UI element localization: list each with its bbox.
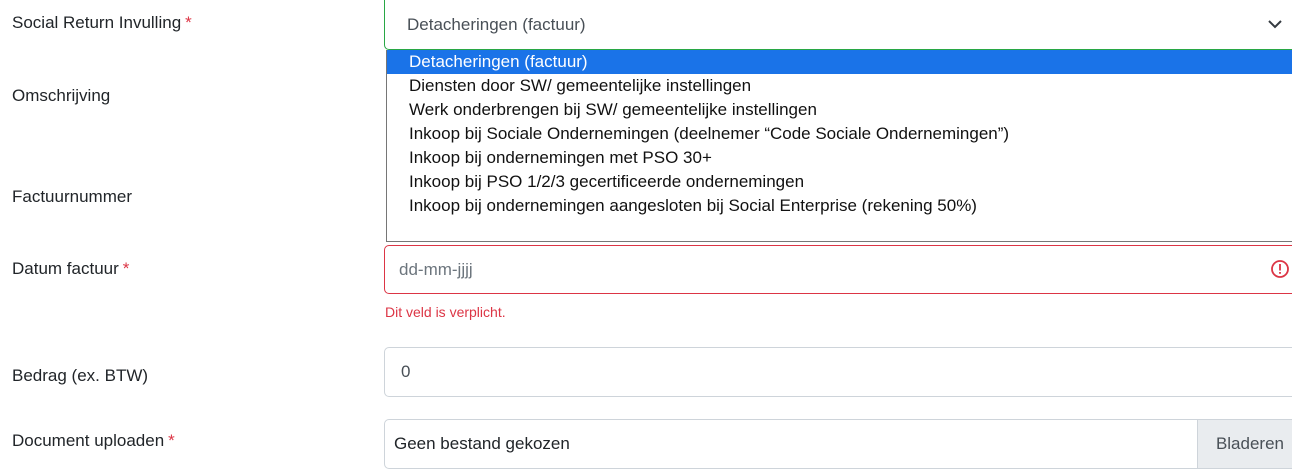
select-option[interactable]: Diensten door SW/ gemeentelijke instelli… xyxy=(387,74,1292,98)
select-value: Detacheringen (factuur) xyxy=(407,14,586,34)
bedrag-label: Bedrag (ex. BTW) xyxy=(12,366,149,385)
document-upload-label: Document uploaden * xyxy=(12,431,175,451)
social-return-label: Social Return Invulling * xyxy=(12,13,192,33)
select-option[interactable]: Inkoop bij ondernemingen met PSO 30+ xyxy=(387,146,1292,170)
select-option[interactable]: Inkoop bij ondernemingen aangesloten bij… xyxy=(387,194,1292,218)
document-file-input[interactable]: Geen bestand gekozen Bladeren xyxy=(384,419,1292,469)
factuurnummer-label: Factuurnummer xyxy=(12,187,132,206)
browse-button[interactable]: Bladeren xyxy=(1196,419,1292,469)
chevron-down-icon xyxy=(1268,20,1282,29)
select-options-list: Detacheringen (factuur) Diensten door SW… xyxy=(386,50,1292,242)
social-return-label-text: Social Return Invulling xyxy=(12,13,182,32)
document-upload-label-text: Document uploaden xyxy=(12,431,165,450)
datum-factuur-placeholder: dd-mm-jjjj xyxy=(399,259,473,279)
datum-factuur-label: Datum factuur * xyxy=(12,259,129,279)
bedrag-input[interactable]: 0 xyxy=(384,347,1292,397)
required-mark: * xyxy=(168,431,175,450)
datum-factuur-error: Dit veld is verplicht. xyxy=(385,304,506,320)
required-mark: * xyxy=(185,13,192,32)
select-option[interactable]: Inkoop bij PSO 1/2/3 gecertificeerde ond… xyxy=(387,170,1292,194)
required-mark: * xyxy=(122,259,130,278)
omschrijving-label: Omschrijving xyxy=(12,86,111,105)
datum-factuur-input[interactable]: dd-mm-jjjj xyxy=(384,245,1292,294)
social-return-select[interactable]: Detacheringen (factuur) xyxy=(384,0,1292,50)
datum-factuur-label-text: Datum factuur xyxy=(12,259,119,278)
warning-circle-icon xyxy=(1271,260,1289,278)
select-option[interactable]: Werk onderbrengen bij SW/ gemeentelijke … xyxy=(387,98,1292,122)
file-name-text: Geen bestand gekozen xyxy=(394,434,570,453)
select-option[interactable]: Inkoop bij Sociale Ondernemingen (deelne… xyxy=(387,122,1292,146)
select-option[interactable]: Detacheringen (factuur) xyxy=(387,50,1292,74)
bedrag-value: 0 xyxy=(401,362,411,381)
